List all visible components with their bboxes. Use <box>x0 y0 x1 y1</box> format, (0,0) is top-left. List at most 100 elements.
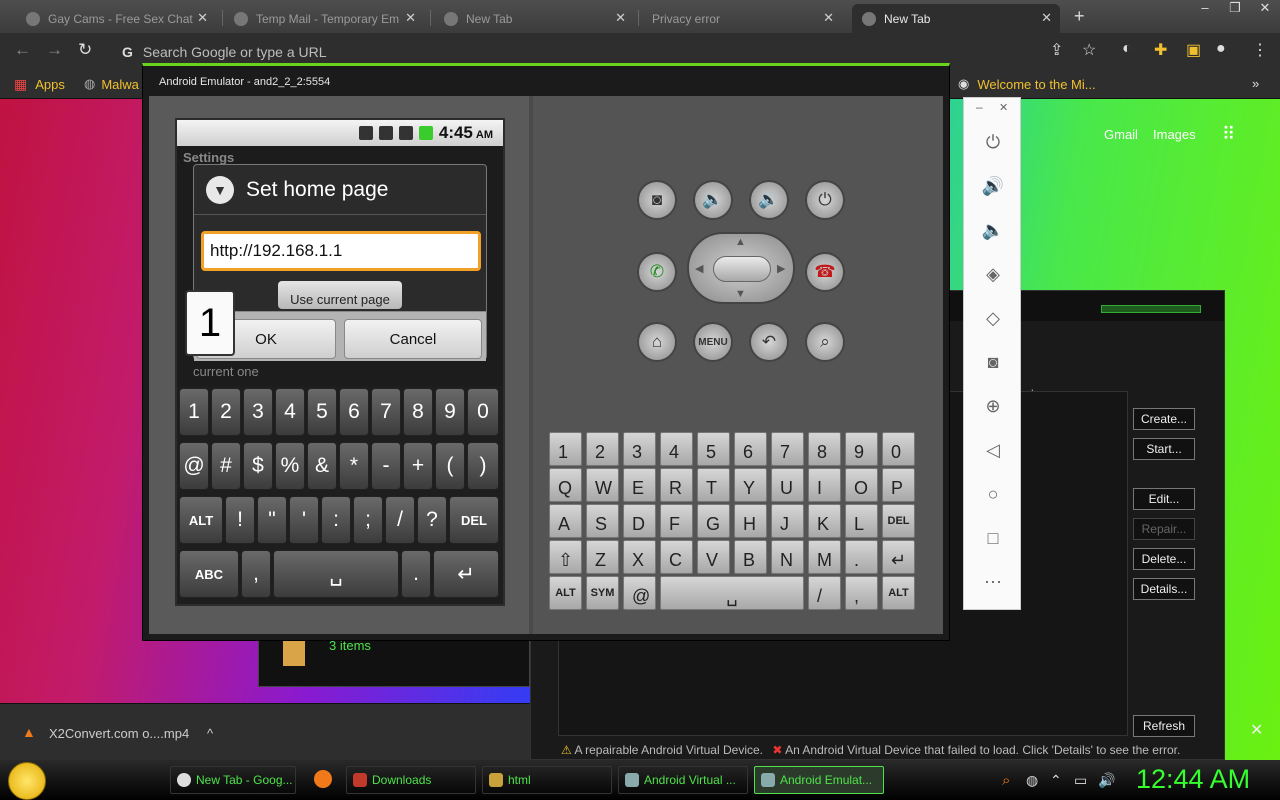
qkey-h[interactable]: H <box>734 504 767 538</box>
qkey-space[interactable]: ␣ <box>660 576 804 610</box>
power-icon[interactable]: ⏻ <box>981 130 1005 154</box>
qkey-8[interactable]: 8 <box>808 432 841 466</box>
phone-screen[interactable]: 4:45 AM Settings current one ▼ Set home … <box>175 118 505 606</box>
google-apps-icon[interactable]: ⠿ <box>1222 124 1235 145</box>
qkey-alt-left[interactable]: ALT <box>549 576 582 610</box>
qkey-v[interactable]: V <box>697 540 730 574</box>
qkey-comma[interactable]: , <box>845 576 878 610</box>
key-4[interactable]: 4 <box>275 388 305 436</box>
qkey-6[interactable]: 6 <box>734 432 767 466</box>
qkey-3[interactable]: 3 <box>623 432 656 466</box>
firefox-icon[interactable] <box>314 770 332 788</box>
key-ampersand[interactable]: & <box>307 442 337 490</box>
qkey-s[interactable]: S <box>586 504 619 538</box>
details-button[interactable]: Details... <box>1133 578 1195 600</box>
start-smiley-icon[interactable] <box>8 762 46 800</box>
volume-up-icon[interactable]: 🔊 <box>749 180 789 220</box>
key-period[interactable]: . <box>401 550 431 598</box>
back-icon[interactable]: ↶ <box>749 322 789 362</box>
key-semicolon[interactable]: ; <box>353 496 383 544</box>
qkey-x[interactable]: X <box>623 540 656 574</box>
menu-button[interactable]: MENU <box>693 322 733 362</box>
dpad-down-icon[interactable]: ▼ <box>735 288 746 300</box>
qkey-z[interactable]: Z <box>586 540 619 574</box>
qkey-o[interactable]: O <box>845 468 878 502</box>
qkey-c[interactable]: C <box>660 540 693 574</box>
key-comma[interactable]: , <box>241 550 271 598</box>
qkey-u[interactable]: U <box>771 468 804 502</box>
tray-arrow-icon[interactable]: ⌃ <box>1050 772 1062 789</box>
zoom-icon[interactable]: ⊕ <box>981 394 1005 418</box>
qkey-0[interactable]: 0 <box>882 432 915 466</box>
volume-down-icon[interactable]: 🔈 <box>981 218 1005 242</box>
qkey-period[interactable]: . <box>845 540 878 574</box>
dpad-center[interactable] <box>713 256 771 282</box>
overview-square-icon[interactable]: □ <box>981 526 1005 550</box>
dpad[interactable]: ▲ ▼ ◀ ▶ <box>687 232 795 304</box>
download-filename[interactable]: X2Convert.com o....mp4 <box>49 726 189 741</box>
qkey-i[interactable]: I <box>808 468 841 502</box>
repair-button[interactable]: Repair... <box>1133 518 1195 540</box>
tab-temp-mail[interactable]: Temp Mail - Temporary Em ✕ <box>224 4 424 33</box>
qkey-t[interactable]: T <box>697 468 730 502</box>
qkey-2[interactable]: 2 <box>586 432 619 466</box>
share-icon[interactable]: ⇪ <box>1050 40 1063 60</box>
key-single-quote[interactable]: ' <box>289 496 319 544</box>
back-arrow-icon[interactable]: ← <box>14 40 31 60</box>
key-dollar[interactable]: $ <box>243 442 273 490</box>
qkey-alt-right[interactable]: ALT <box>882 576 915 610</box>
menu-kebab-icon[interactable]: ⋮ <box>1252 40 1268 60</box>
qkey-r[interactable]: R <box>660 468 693 502</box>
bookmark-welcome[interactable]: ◉ Welcome to the Mi... <box>958 76 1096 92</box>
qkey-g[interactable]: G <box>697 504 730 538</box>
key-delete[interactable]: DEL <box>449 496 499 544</box>
cancel-button[interactable]: Cancel <box>344 319 482 359</box>
qkey-j[interactable]: J <box>771 504 804 538</box>
end-call-icon[interactable]: ☎ <box>805 252 845 292</box>
edit-button[interactable]: Edit... <box>1133 488 1195 510</box>
images-link[interactable]: Images <box>1153 127 1196 142</box>
key-percent[interactable]: % <box>275 442 305 490</box>
key-exclamation[interactable]: ! <box>225 496 255 544</box>
taskbar-chrome[interactable]: New Tab - Goog... <box>170 766 296 794</box>
delete-button[interactable]: Delete... <box>1133 548 1195 570</box>
home-circle-icon[interactable]: ○ <box>981 482 1005 506</box>
qkey-shift[interactable]: ⇧ <box>549 540 582 574</box>
qkey-l[interactable]: L <box>845 504 878 538</box>
qkey-n[interactable]: N <box>771 540 804 574</box>
close-icon[interactable]: ✕ <box>1041 10 1052 26</box>
profile-avatar-icon[interactable]: ● <box>1216 40 1226 58</box>
key-minus[interactable]: - <box>371 442 401 490</box>
close-icon[interactable]: ✕ <box>197 10 208 26</box>
tab-gay-cams[interactable]: Gay Cams - Free Sex Chat ✕ <box>16 4 216 33</box>
key-1[interactable]: 1 <box>179 388 209 436</box>
rotate-right-icon[interactable]: ◇ <box>981 306 1005 330</box>
qkey-q[interactable]: Q <box>549 468 582 502</box>
qkey-7[interactable]: 7 <box>771 432 804 466</box>
home-page-url-input[interactable] <box>201 231 481 271</box>
volume-down-icon[interactable]: 🔈 <box>693 180 733 220</box>
key-enter[interactable]: ↵ <box>433 550 499 598</box>
close-icon[interactable]: ✕ <box>823 10 834 26</box>
qkey-9[interactable]: 9 <box>845 432 878 466</box>
bookmark-apps[interactable]: ▦ Apps <box>14 76 65 93</box>
rotate-left-icon[interactable]: ◈ <box>981 262 1005 286</box>
qkey-y[interactable]: Y <box>734 468 767 502</box>
key-6[interactable]: 6 <box>339 388 369 436</box>
key-8[interactable]: 8 <box>403 388 433 436</box>
qkey-5[interactable]: 5 <box>697 432 730 466</box>
taskbar-clock[interactable]: 12:44 AM <box>1136 764 1250 795</box>
omnibox[interactable]: G Search Google or type a URL <box>110 39 1040 65</box>
key-9[interactable]: 9 <box>435 388 465 436</box>
qkey-enter[interactable]: ↵ <box>882 540 915 574</box>
key-alt[interactable]: ALT <box>179 496 223 544</box>
qkey-b[interactable]: B <box>734 540 767 574</box>
volume-up-icon[interactable]: 🔊 <box>981 174 1005 198</box>
key-2[interactable]: 2 <box>211 388 241 436</box>
key-5[interactable]: 5 <box>307 388 337 436</box>
qkey-f[interactable]: F <box>660 504 693 538</box>
qkey-1[interactable]: 1 <box>549 432 582 466</box>
side-toolbar-close[interactable]: ✕ <box>999 101 1008 114</box>
qkey-d[interactable]: D <box>623 504 656 538</box>
qkey-delete[interactable]: DEL <box>882 504 915 538</box>
